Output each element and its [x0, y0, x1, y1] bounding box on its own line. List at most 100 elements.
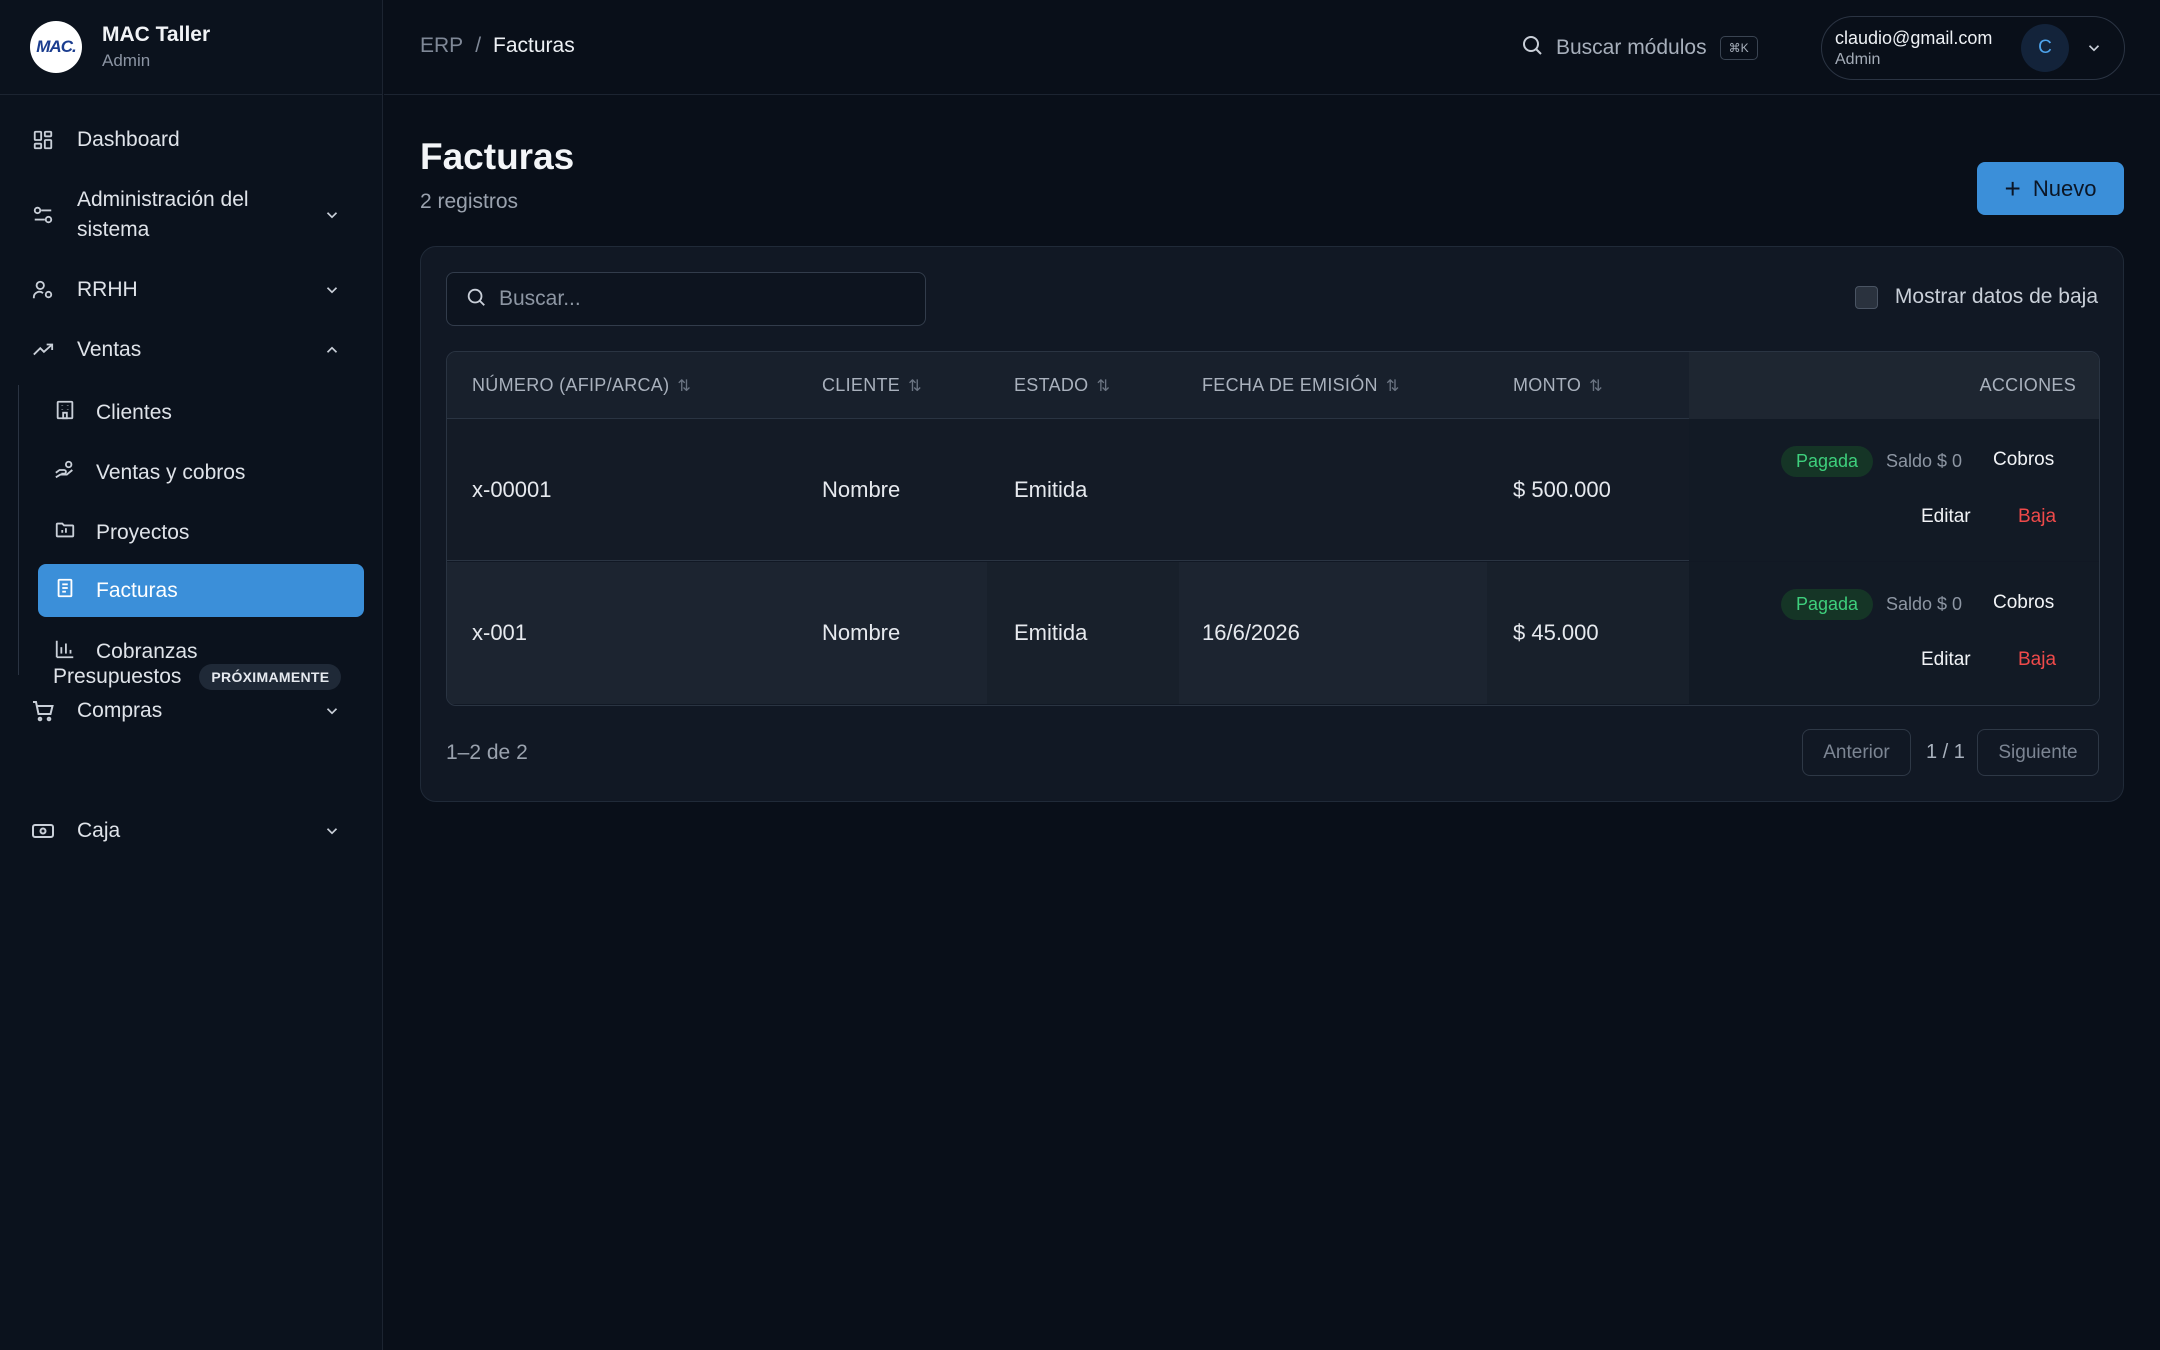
user-menu[interactable]: claudio@gmail.com Admin C: [1821, 16, 2125, 80]
trending-up-icon: [30, 337, 56, 363]
cash-icon: [30, 818, 56, 844]
table-row: x-00001 Nombre Emitida $ 500.000 Pagada …: [447, 419, 2099, 561]
cobros-link[interactable]: Cobros: [1993, 592, 2054, 614]
sidebar-item-label: Dashboard: [77, 128, 180, 151]
breadcrumb: ERP / Facturas: [420, 34, 575, 58]
module-search-button[interactable]: Buscar módulos ⌘K: [1520, 33, 1758, 63]
sort-icon: ⇅: [677, 377, 692, 395]
cell-acciones: Pagada Saldo $ 0 Cobros Editar Baja: [1689, 419, 2099, 561]
sidebar-item-label: RRHH: [77, 278, 138, 301]
dashboard-icon: [30, 127, 56, 153]
edit-link[interactable]: Editar: [1921, 506, 1971, 528]
building-icon: [54, 399, 76, 427]
sort-icon: ⇅: [908, 377, 922, 395]
cell-numero: x-001: [472, 620, 528, 645]
new-invoice-button[interactable]: + Nuevo: [1977, 162, 2124, 215]
module-search-label: Buscar módulos: [1556, 36, 1707, 59]
delete-link[interactable]: Baja: [2018, 506, 2056, 528]
sort-icon: ⇅: [1096, 377, 1111, 395]
show-deleted-checkbox[interactable]: [1854, 285, 1878, 309]
submenu-guide-line: [18, 385, 19, 675]
previous-page-button[interactable]: Anterior: [1802, 729, 1911, 776]
cell-monto: $ 45.000: [1513, 620, 1599, 645]
search-icon: [465, 286, 487, 313]
cell-cliente: Nombre: [822, 620, 901, 645]
sidebar-item-presupuestos: Presupuestos PRÓXIMAMENTE: [53, 662, 342, 692]
sidebar-item-administracion[interactable]: Administración del sistema: [30, 185, 360, 245]
cell-estado: Emitida: [1014, 620, 1088, 645]
cell-fecha: 16/6/2026: [1202, 620, 1300, 645]
brand-role: Admin: [102, 51, 151, 70]
user-gear-icon: [30, 277, 56, 303]
sidebar-item-ventas[interactable]: Ventas: [30, 335, 360, 365]
sidebar-subitem-label: Proyectos: [96, 520, 190, 544]
breadcrumb-separator: /: [475, 34, 482, 57]
column-header-estado[interactable]: ESTADO ⇅: [1014, 352, 1110, 419]
column-header-monto[interactable]: MONTO ⇅: [1513, 352, 1603, 419]
invoices-card: Mostrar datos de baja NÚMERO (AFIP/ARCA)…: [420, 246, 2124, 802]
delete-link[interactable]: Baja: [2018, 649, 2056, 671]
document-icon: [54, 577, 76, 605]
column-header-acciones: ACCIONES: [1689, 352, 2099, 419]
edit-link[interactable]: Editar: [1921, 649, 1971, 671]
chevron-down-icon: [322, 205, 342, 225]
sort-icon: ⇅: [1385, 377, 1400, 395]
cell-estado: Emitida: [1014, 477, 1088, 502]
settings-sliders-icon: [30, 202, 56, 228]
breadcrumb-root[interactable]: ERP: [420, 34, 463, 57]
column-header-label: NÚMERO (AFIP/ARCA): [472, 375, 670, 395]
sidebar-subitem-label: Cobranzas: [96, 639, 198, 663]
search-icon: [1520, 33, 1544, 63]
folder-chart-icon: [54, 519, 76, 547]
breadcrumb-current: Facturas: [493, 34, 575, 57]
chevron-down-icon: [322, 701, 342, 721]
table-header: NÚMERO (AFIP/ARCA) ⇅ CLIENTE ⇅ ESTADO ⇅ FEC…: [447, 352, 2099, 419]
cell-acciones: Pagada Saldo $ 0 Cobros Editar Baja: [1689, 562, 2099, 704]
sidebar-subitem-facturas[interactable]: Facturas: [38, 564, 364, 617]
user-role: Admin: [1835, 51, 1881, 68]
column-header-fecha[interactable]: FECHA DE EMISIÓN ⇅: [1202, 352, 1400, 419]
brand-logo: MAC.: [30, 21, 82, 73]
sidebar-subitem-label: Ventas y cobros: [96, 460, 246, 484]
column-header-label: MONTO: [1513, 375, 1582, 395]
status-badge: Pagada: [1781, 446, 1874, 477]
top-bar: ERP / Facturas Buscar módulos ⌘K claudio@g…: [384, 0, 2160, 95]
sidebar-subitem-proyectos[interactable]: Proyectos: [38, 506, 364, 559]
sidebar-subitem-ventas-y-cobros[interactable]: Ventas y cobros: [38, 446, 364, 499]
sidebar-item-compras[interactable]: Compras: [30, 696, 360, 726]
sidebar-item-label: Administración del sistema: [77, 188, 249, 241]
status-badge: Pagada: [1781, 589, 1874, 620]
column-header-label: FECHA DE EMISIÓN: [1202, 375, 1378, 395]
sidebar-item-dashboard[interactable]: Dashboard: [30, 125, 360, 155]
page-indicator: 1 / 1: [1926, 741, 1965, 763]
sidebar-item-label: Compras: [77, 699, 163, 722]
cell-monto: $ 500.000: [1513, 477, 1611, 502]
sidebar-item-caja[interactable]: Caja: [30, 816, 360, 846]
sort-icon: ⇅: [1589, 377, 1603, 395]
cart-icon: [30, 698, 56, 724]
sidebar-item-label: Ventas: [77, 338, 142, 361]
sidebar-item-rrhh[interactable]: RRHH: [30, 275, 360, 305]
chevron-down-icon: [2084, 38, 2104, 58]
table-row: x-001 Nombre Emitida 16/6/2026 $ 45.000 …: [447, 562, 2099, 704]
sidebar-subitem-label: Clientes: [96, 400, 172, 424]
cobros-link[interactable]: Cobros: [1993, 449, 2054, 471]
chevron-up-icon: [322, 340, 342, 360]
brand: MAC. MAC Taller Admin: [0, 0, 382, 95]
sidebar-subitem-label: Facturas: [96, 578, 178, 602]
hand-coins-icon: [54, 459, 76, 487]
column-header-cliente[interactable]: CLIENTE ⇅: [822, 352, 922, 419]
show-deleted-label: Mostrar datos de baja: [1894, 285, 2098, 308]
plus-icon: +: [2004, 172, 2021, 204]
sidebar-item-label: Caja: [77, 819, 121, 842]
record-count: 2 registros: [420, 190, 519, 213]
user-email: claudio@gmail.com: [1835, 28, 1993, 48]
balance-text: Saldo $ 0: [1886, 594, 1963, 614]
show-deleted-toggle[interactable]: Mostrar datos de baja: [1854, 285, 2098, 309]
sidebar-subitem-clientes[interactable]: Clientes: [38, 386, 364, 439]
search-input[interactable]: [499, 287, 899, 311]
sidebar-item-label: Presupuestos: [53, 665, 182, 688]
next-page-button[interactable]: Siguiente: [1977, 729, 2099, 776]
search-field[interactable]: [446, 272, 926, 326]
column-header-numero[interactable]: NÚMERO (AFIP/ARCA) ⇅: [472, 352, 691, 419]
